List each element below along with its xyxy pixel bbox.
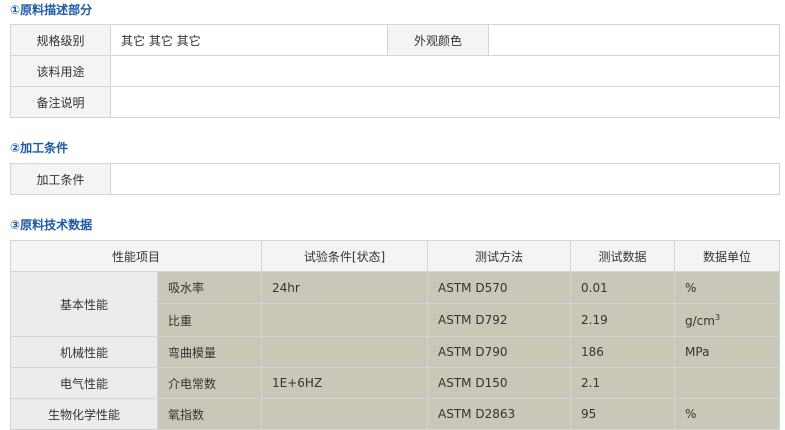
spec-row: 规格级别 其它 其它 其它 外观颜色 (10, 24, 780, 56)
usage-value (110, 55, 780, 87)
group-electrical: 电气性能 (10, 367, 158, 399)
notes-value (110, 86, 780, 118)
value-cell: 2.19 (570, 303, 676, 337)
table-row: 机械性能 弯曲模量 ASTM D790 186 MPa (10, 336, 781, 368)
header-property: 性能项目 (9, 240, 263, 272)
condition-cell: 24hr (261, 271, 429, 304)
value-cell: 2.1 (570, 367, 676, 399)
unit-cell: MPa (674, 336, 781, 368)
header-row: 性能项目 试验条件[状态] 测试方法 测试数据 数据单位 (9, 240, 781, 272)
table-row: 生物化学性能 氧指数 ASTM D2863 95 % (10, 398, 781, 430)
section-title-technical-data: ③原料技术数据 (10, 218, 93, 232)
condition-cell (261, 398, 429, 430)
process-value (110, 163, 780, 195)
unit-cell: % (674, 271, 781, 304)
header-value: 测试数据 (570, 240, 676, 272)
section-title-processing: ②加工条件 (10, 141, 69, 155)
appearance-value (488, 24, 780, 56)
condition-cell: 1E+6HZ (261, 367, 429, 399)
value-cell: 186 (570, 336, 676, 368)
header-unit: 数据单位 (674, 240, 781, 272)
method-cell: ASTM D2863 (427, 398, 572, 430)
value-cell: 95 (570, 398, 676, 430)
notes-row: 备注说明 (10, 86, 780, 118)
group-biochem: 生物化学性能 (10, 398, 158, 430)
processing-table: 加工条件 (10, 163, 780, 195)
notes-label: 备注说明 (10, 86, 111, 118)
process-row: 加工条件 (10, 163, 780, 195)
property-cell: 吸水率 (156, 271, 263, 304)
process-label: 加工条件 (10, 163, 111, 195)
appearance-label: 外观颜色 (387, 24, 489, 56)
material-description-table: 规格级别 其它 其它 其它 外观颜色 该料用途 备注说明 (10, 24, 780, 118)
unit-cell: % (674, 398, 781, 430)
table-row: 基本性能 吸水率 24hr ASTM D570 0.01 % (10, 271, 781, 337)
method-cell: ASTM D792 (427, 303, 572, 337)
unit-cell: g/cm3 (674, 303, 781, 337)
method-cell: ASTM D150 (427, 367, 572, 399)
header-method: 测试方法 (427, 240, 572, 272)
property-cell: 氧指数 (156, 398, 263, 430)
usage-label: 该料用途 (10, 55, 111, 87)
unit-superscript: 3 (714, 312, 721, 322)
spec-value: 其它 其它 其它 (110, 24, 388, 56)
unit-cell (674, 367, 781, 399)
group-mechanical: 机械性能 (10, 336, 158, 368)
table-row: 电气性能 介电常数 1E+6HZ ASTM D150 2.1 (10, 367, 781, 399)
section-title-material-description: ①原料描述部分 (10, 3, 93, 17)
method-cell: ASTM D790 (427, 336, 572, 368)
property-cell: 比重 (156, 303, 263, 337)
technical-data-table: 性能项目 试验条件[状态] 测试方法 测试数据 数据单位 基本性能 吸水率 24… (9, 240, 781, 430)
usage-row: 该料用途 (10, 55, 780, 87)
spec-label: 规格级别 (10, 24, 111, 56)
group-basic: 基本性能 (10, 271, 158, 337)
property-cell: 弯曲模量 (156, 336, 263, 368)
method-cell: ASTM D570 (427, 271, 572, 304)
unit-base: g/cm (685, 313, 715, 328)
header-condition: 试验条件[状态] (261, 240, 429, 272)
condition-cell (261, 336, 429, 368)
property-cell: 介电常数 (156, 367, 263, 399)
condition-cell (261, 303, 429, 337)
value-cell: 0.01 (570, 271, 676, 304)
